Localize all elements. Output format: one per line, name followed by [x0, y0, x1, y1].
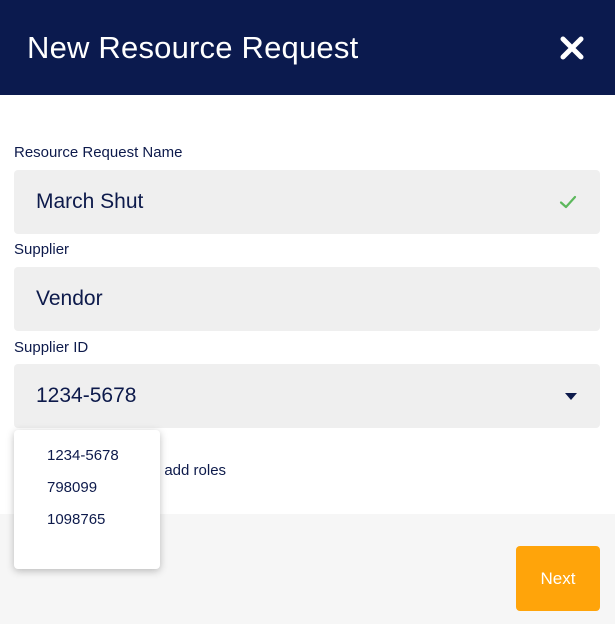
supplier-id-value: 1234-5678: [36, 384, 137, 407]
check-icon: [558, 192, 578, 212]
resource-request-name-value: March Shut: [36, 190, 144, 213]
dropdown-option[interactable]: 1098765: [14, 510, 160, 542]
close-button[interactable]: [559, 35, 585, 61]
dropdown-option[interactable]: 798099: [14, 478, 160, 510]
supplier-id-label: Supplier ID: [14, 339, 89, 356]
supplier-label: Supplier: [14, 241, 70, 258]
chevron-down-icon: [564, 391, 578, 401]
next-button[interactable]: Next: [516, 546, 600, 611]
modal-title: New Resource Request: [27, 29, 359, 65]
supplier-value: Vendor: [36, 287, 103, 310]
dropdown-option[interactable]: 1234-5678: [14, 446, 160, 478]
supplier-id-dropdown-menu: 1234-5678 798099 1098765: [14, 430, 160, 569]
resource-request-name-label: Resource Request Name: [14, 144, 183, 161]
resource-request-name-field[interactable]: March Shut: [14, 170, 600, 234]
modal-header: New Resource Request: [0, 0, 615, 95]
supplier-id-select[interactable]: 1234-5678: [14, 364, 600, 428]
close-icon: [559, 35, 585, 61]
supplier-field[interactable]: Vendor: [14, 267, 600, 331]
